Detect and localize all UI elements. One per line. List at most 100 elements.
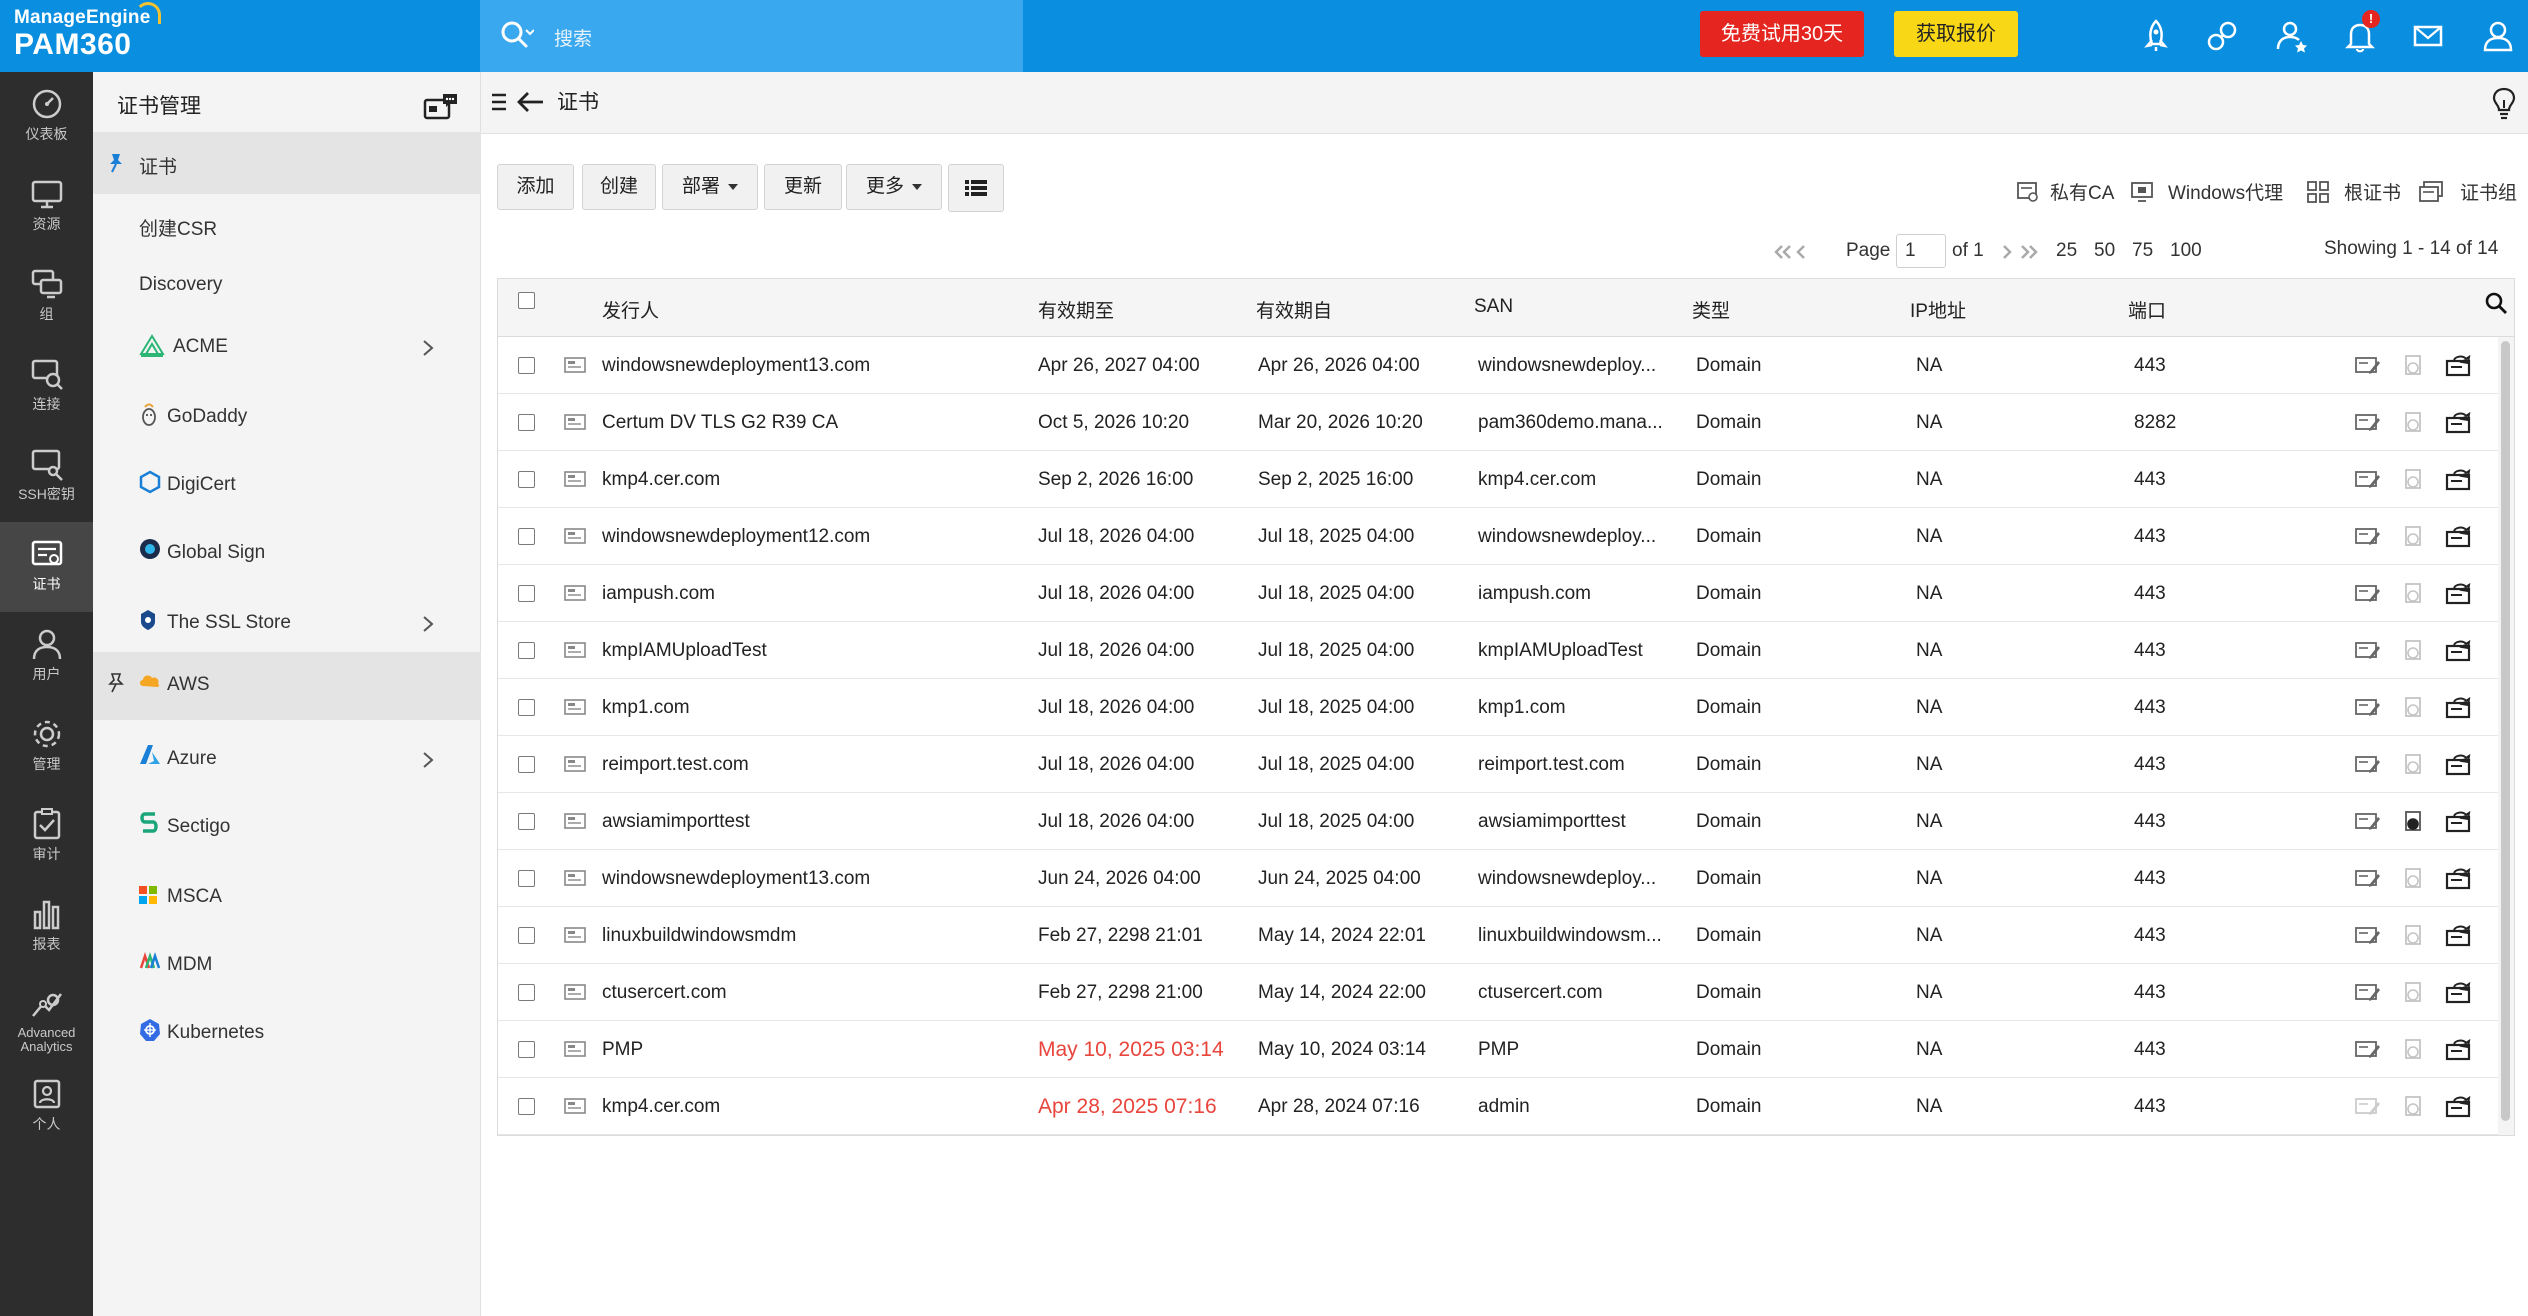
page-size-50[interactable]: 50 (2094, 240, 2115, 262)
row-checkbox[interactable] (518, 357, 535, 374)
cert-details-icon[interactable] (2400, 809, 2426, 835)
renew-cert-icon[interactable] (2444, 1037, 2474, 1063)
pin-icon[interactable] (107, 152, 125, 174)
sidebar-item-certificates[interactable]: 证书 (0, 522, 93, 612)
menu-toggle-icon[interactable] (491, 92, 509, 112)
subnav-item-global-sign[interactable]: Global Sign (93, 522, 481, 584)
table-row[interactable]: iampush.com Jul 18, 2026 04:00 Jul 18, 202… (498, 565, 2498, 622)
last-page-icon[interactable] (2000, 242, 2044, 262)
sidebar-item-advanced-analytics[interactable]: Advanced Analytics (0, 972, 93, 1062)
cell-issuer[interactable]: linuxbuildwindowsmdm (602, 925, 796, 947)
sidebar-item-audit[interactable]: 审计 (0, 792, 93, 882)
sidebar-item-ssh-keys[interactable]: SSH密钥 (0, 432, 93, 522)
cell-issuer[interactable]: kmp1.com (602, 697, 690, 719)
subnav-item-aws[interactable]: AWS (93, 652, 481, 720)
subnav-item-sectigo[interactable]: Sectigo (93, 796, 481, 858)
row-checkbox[interactable] (518, 984, 535, 1001)
edit-cert-icon[interactable] (2354, 524, 2382, 550)
scrollbar-thumb[interactable] (2501, 341, 2510, 1121)
search-input[interactable]: 搜索 (480, 0, 1023, 72)
subnav-item-the-ssl-store[interactable]: The SSL Store (93, 592, 481, 654)
table-row[interactable]: kmp4.cer.com Sep 2, 2026 16:00 Sep 2, 2025… (498, 451, 2498, 508)
table-row[interactable]: awsiamimporttest Jul 18, 2026 04:00 Jul 18… (498, 793, 2498, 850)
sidebar-item-dashboard[interactable]: 仪表板 (0, 72, 93, 162)
table-row[interactable]: linuxbuildwindowsmdm Feb 27, 2298 21:01 Ma… (498, 907, 2498, 964)
deploy-dropdown[interactable]: 部署 (662, 164, 758, 210)
edit-cert-icon[interactable] (2354, 923, 2382, 949)
renew-cert-icon[interactable] (2444, 752, 2474, 778)
cell-issuer[interactable]: kmpIAMUploadTest (602, 640, 767, 662)
cert-details-icon[interactable] (2400, 980, 2426, 1006)
sidebar-item-users[interactable]: 用户 (0, 612, 93, 702)
sidebar-item-connections[interactable]: 连接 (0, 342, 93, 432)
column-header-type[interactable]: 类型 (1692, 296, 1730, 323)
page-number-input[interactable]: 1 (1896, 234, 1946, 268)
renew-cert-icon[interactable] (2444, 695, 2474, 721)
get-quote-button[interactable]: 获取报价 (1894, 11, 2018, 57)
sidebar-item-admin[interactable]: 管理 (0, 702, 93, 792)
column-header-valid-to[interactable]: 有效期至 (1038, 296, 1114, 323)
table-row[interactable]: windowsnewdeployment13.com Jun 24, 2026 0… (498, 850, 2498, 907)
cert-details-icon[interactable] (2400, 353, 2426, 379)
edit-cert-icon[interactable] (2354, 809, 2382, 835)
update-button[interactable]: 更新 (764, 164, 842, 210)
sidebar-item-groups[interactable]: 组 (0, 252, 93, 342)
edit-cert-icon[interactable] (2354, 1037, 2382, 1063)
cell-issuer[interactable]: ctusercert.com (602, 982, 727, 1004)
table-row[interactable]: reimport.test.com Jul 18, 2026 04:00 Jul 1… (498, 736, 2498, 793)
cell-issuer[interactable]: Certum DV TLS G2 R39 CA (602, 412, 838, 434)
cell-issuer[interactable]: kmp4.cer.com (602, 1096, 720, 1118)
edit-cert-icon[interactable] (2354, 1094, 2382, 1120)
table-row[interactable]: ctusercert.com Feb 27, 2298 21:00 May 14, … (498, 964, 2498, 1021)
chevron-right-icon[interactable] (421, 338, 435, 358)
table-row[interactable]: windowsnewdeployment12.com Jul 18, 2026 0… (498, 508, 2498, 565)
cert-details-icon[interactable] (2400, 581, 2426, 607)
page-size-75[interactable]: 75 (2132, 240, 2153, 262)
chevron-right-icon[interactable] (421, 750, 435, 770)
column-header-valid-from[interactable]: 有效期自 (1256, 296, 1332, 323)
row-checkbox[interactable] (518, 528, 535, 545)
renew-cert-icon[interactable] (2444, 353, 2474, 379)
table-row[interactable]: windowsnewdeployment13.com Apr 26, 2027 0… (498, 337, 2498, 394)
cell-issuer[interactable]: iampush.com (602, 583, 715, 605)
renew-cert-icon[interactable] (2444, 410, 2474, 436)
edit-cert-icon[interactable] (2354, 638, 2382, 664)
cert-details-icon[interactable] (2400, 638, 2426, 664)
subnav-item-kubernetes[interactable]: Kubernetes (93, 1002, 481, 1064)
row-checkbox[interactable] (518, 1041, 535, 1058)
column-header-ip[interactable]: IP地址 (1910, 296, 1966, 323)
cert-details-icon[interactable] (2400, 467, 2426, 493)
row-checkbox[interactable] (518, 642, 535, 659)
cert-details-icon[interactable] (2400, 410, 2426, 436)
pin-icon[interactable] (107, 672, 125, 694)
create-button[interactable]: 创建 (582, 164, 656, 210)
cell-issuer[interactable]: reimport.test.com (602, 754, 749, 776)
cert-details-icon[interactable] (2400, 923, 2426, 949)
cell-issuer[interactable]: awsiamimporttest (602, 811, 750, 833)
logo[interactable]: ManageEngine PAM360 (0, 0, 480, 72)
edit-cert-icon[interactable] (2354, 695, 2382, 721)
cert-details-icon[interactable] (2400, 524, 2426, 550)
subnav-item-create-csr[interactable]: 创建CSR (93, 194, 481, 256)
row-checkbox[interactable] (518, 414, 535, 431)
edit-cert-icon[interactable] (2354, 410, 2382, 436)
user-star-icon[interactable] (2272, 16, 2312, 56)
windows-agent-link[interactable]: Windows代理 (2168, 178, 2283, 205)
search-icon[interactable] (2484, 291, 2508, 315)
add-button[interactable]: 添加 (497, 164, 574, 210)
select-all-checkbox[interactable] (518, 292, 535, 309)
renew-cert-icon[interactable] (2444, 524, 2474, 550)
row-checkbox[interactable] (518, 585, 535, 602)
sidebar-item-resources[interactable]: 资源 (0, 162, 93, 252)
back-arrow-icon[interactable] (515, 90, 545, 114)
mail-icon[interactable] (2408, 16, 2448, 56)
subnav-item-certificates[interactable]: 证书 (93, 132, 481, 194)
renew-cert-icon[interactable] (2444, 923, 2474, 949)
table-row[interactable]: kmp1.com Jul 18, 2026 04:00 Jul 18, 2025 0… (498, 679, 2498, 736)
sidebar-item-reports[interactable]: 报表 (0, 882, 93, 972)
lightbulb-icon[interactable] (2491, 86, 2517, 120)
cert-details-icon[interactable] (2400, 1094, 2426, 1120)
row-checkbox[interactable] (518, 1098, 535, 1115)
subnav-item-discovery[interactable]: Discovery (93, 254, 481, 316)
column-header-issuer[interactable]: 发行人 (602, 296, 659, 323)
